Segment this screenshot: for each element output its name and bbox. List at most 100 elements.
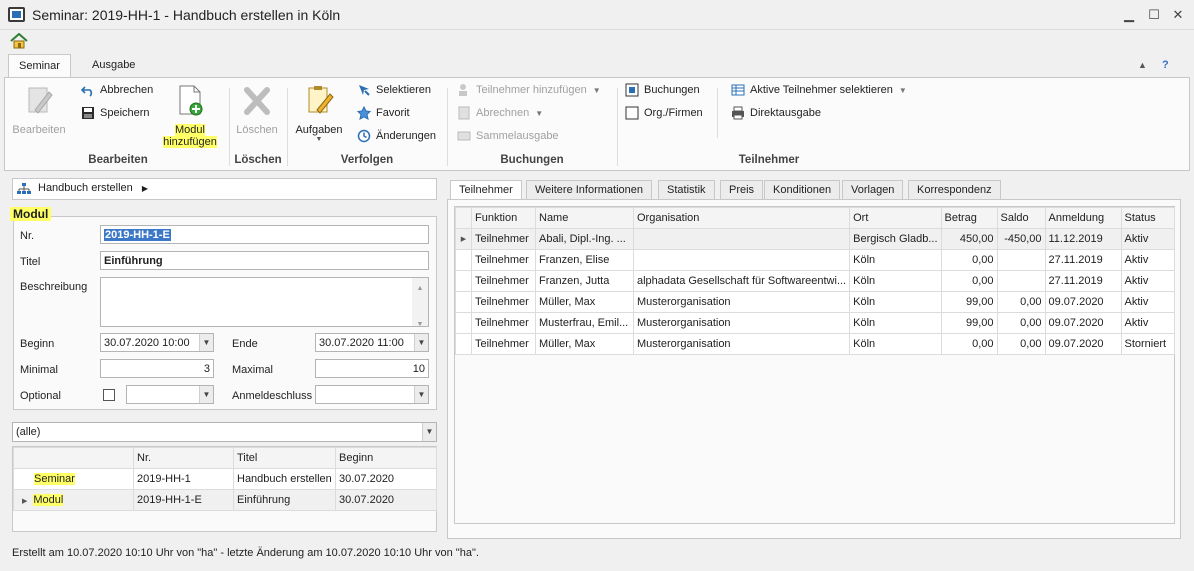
tab-konditionen[interactable]: Konditionen [764,180,841,200]
bearbeiten-button[interactable]: Bearbeiten [9,84,69,136]
chevron-down-icon: ▼ [898,86,907,95]
column-header-status[interactable]: Status [1120,207,1175,229]
tab-teilnehmer[interactable]: Teilnehmer [450,180,522,201]
column-header-titel[interactable]: Titel [233,447,336,469]
invoice-icon [458,106,470,120]
chevron-down-icon[interactable]: ▼ [199,334,213,351]
ende-field[interactable]: 30.07.2020 11:00 ▼ [315,333,429,352]
column-header-organisation[interactable]: Organisation [632,207,851,229]
teilnehmer-hinzufuegen-button[interactable]: Teilnehmer hinzufügen ▼ [457,80,601,100]
buchungen-checkbox-button[interactable]: Buchungen [625,80,700,100]
cell-name: Franzen, Elise [535,249,634,271]
table-select-icon [731,84,745,96]
table-row[interactable]: ▶ Modul 2019-HH-1-E Einführung 30.07.2020 [13,489,437,511]
cell-funktion: Teilnehmer [471,228,536,250]
tab-weitere-informationen[interactable]: Weitere Informationen [526,180,653,200]
tab-seminar[interactable]: Seminar [8,54,71,78]
chevron-right-icon[interactable]: ▶ [142,184,148,193]
speichern-button[interactable]: Speichern [81,103,150,123]
tab-korrespondenz[interactable]: Korrespondenz [908,180,1001,200]
minimize-button[interactable]: ▁ [1118,4,1140,26]
optional-checkbox[interactable] [103,389,115,401]
tab-preis[interactable]: Preis [720,180,764,200]
beschreibung-label: Beschreibung [20,281,88,293]
chevron-down-icon[interactable]: ▼ [422,423,436,441]
filter-combo[interactable]: (alle) ▼ [12,422,437,442]
scroll-up-icon[interactable]: ▲ [412,280,428,298]
aktive-teilnehmer-selektieren-button[interactable]: Aktive Teilnehmer selektieren ▼ [731,80,907,100]
titel-field[interactable]: Einführung [100,251,429,270]
cell-anmeldung: 09.07.2020 [1044,333,1122,355]
abbrechen-button[interactable]: Abbrechen [81,80,153,100]
table-row[interactable]: Teilnehmer Musterfrau, Emil... Musterorgan… [455,312,1175,334]
tab-statistik[interactable]: Statistik [658,180,715,200]
direktausgabe-button[interactable]: Direktausgabe [731,103,821,123]
org-firmen-checkbox-button[interactable]: Org./Firmen [625,103,703,123]
beginn-label: Beginn [20,338,55,350]
maximal-field[interactable]: 10 [315,359,429,378]
minimal-field[interactable]: 3 [100,359,214,378]
table-row[interactable]: ▶ Teilnehmer Abali, Dipl.-Ing. ... Bergisch… [455,228,1175,250]
row-indicator [455,270,472,292]
cell-organisation: Musterorganisation [632,333,851,355]
modul-hinzufuegen-button[interactable]: Modul hinzufügen [159,84,221,148]
chevron-down-icon[interactable]: ▼ [414,386,428,403]
column-header-nr[interactable]: Nr. [133,447,234,469]
table-row[interactable]: Teilnehmer Franzen, Jutta alphadata Gesell… [455,270,1175,292]
breadcrumb-item[interactable]: Handbuch erstellen ▶ [38,182,148,194]
help-icon[interactable]: ? [1152,54,1179,78]
anmeldeschluss-field[interactable]: ▼ [315,385,429,404]
tab-vorlagen[interactable]: Vorlagen [842,180,904,200]
column-header-anmeldung[interactable]: Anmeldung [1044,207,1122,229]
group-label-verfolgen: Verfolgen [340,154,394,166]
row-indicator: ▶ [455,228,472,250]
add-document-icon [179,85,203,116]
chevron-down-icon[interactable]: ▼ [199,386,213,403]
favorit-button[interactable]: Favorit [357,103,410,123]
add-user-icon [459,84,467,97]
column-header-funktion[interactable]: Funktion [471,207,536,229]
nr-field[interactable]: 2019-HH-1-E [100,225,429,244]
cell-organisation [632,249,851,271]
window-title: Seminar: 2019-HH-1 - Handbuch erstellen … [32,7,341,23]
column-header-ort[interactable]: Ort [849,207,942,229]
abrechnen-button[interactable]: Abrechnen ▼ [457,103,543,123]
sammelausgabe-button[interactable]: Sammelausgabe [457,126,559,146]
table-row[interactable]: Teilnehmer Müller, Max Musterorganisation K… [455,333,1175,355]
table-row[interactable]: Teilnehmer Müller, Max Musterorganisation K… [455,291,1175,313]
aufgaben-button[interactable]: Aufgaben ▼ [291,84,347,143]
optional-combo[interactable]: ▼ [126,385,214,404]
beschreibung-field[interactable]: ▲ ▼ [100,277,429,327]
star-icon [357,106,371,121]
column-header-beginn[interactable]: Beginn [335,447,437,469]
scroll-down-icon[interactable]: ▼ [412,316,428,326]
close-button[interactable]: ✕ [1167,4,1189,26]
tab-ausgabe[interactable]: Ausgabe [82,54,145,78]
chevron-down-icon: ▼ [535,109,544,118]
aenderungen-button[interactable]: Änderungen [357,126,436,146]
checkbox-icon [625,106,639,120]
cell-saldo: -450,00 [996,228,1046,250]
scrollbar[interactable]: ▲ ▼ [412,278,428,326]
group-label-bearbeiten: Bearbeiten [88,154,148,166]
group-separator [287,88,288,166]
home-icon[interactable] [10,33,28,49]
selektieren-button[interactable]: Selektieren [357,80,431,100]
nr-label: Nr. [20,230,35,242]
cursor-icon [359,85,370,96]
column-header-saldo[interactable]: Saldo [996,207,1046,229]
column-header-typ[interactable] [13,447,134,469]
delete-icon [244,87,270,115]
table-row[interactable]: Teilnehmer Franzen, Elise Köln 0,00 27.11.20… [455,249,1175,271]
chevron-down-icon: ▼ [592,86,601,95]
cell-anmeldung: 27.11.2019 [1044,270,1122,292]
table-row[interactable]: Seminar 2019-HH-1 Handbuch erstellen 30.… [13,468,437,490]
column-header-name[interactable]: Name [535,207,634,229]
cell-anmeldung: 27.11.2019 [1044,249,1122,271]
cell-name: Abali, Dipl.-Ing. ... [535,228,634,250]
column-header-betrag[interactable]: Betrag [940,207,998,229]
chevron-down-icon[interactable]: ▼ [414,334,428,351]
beginn-field[interactable]: 30.07.2020 10:00 ▼ [100,333,214,352]
loeschen-button[interactable]: Löschen [231,84,283,136]
maximize-button[interactable]: ☐ [1143,4,1165,26]
